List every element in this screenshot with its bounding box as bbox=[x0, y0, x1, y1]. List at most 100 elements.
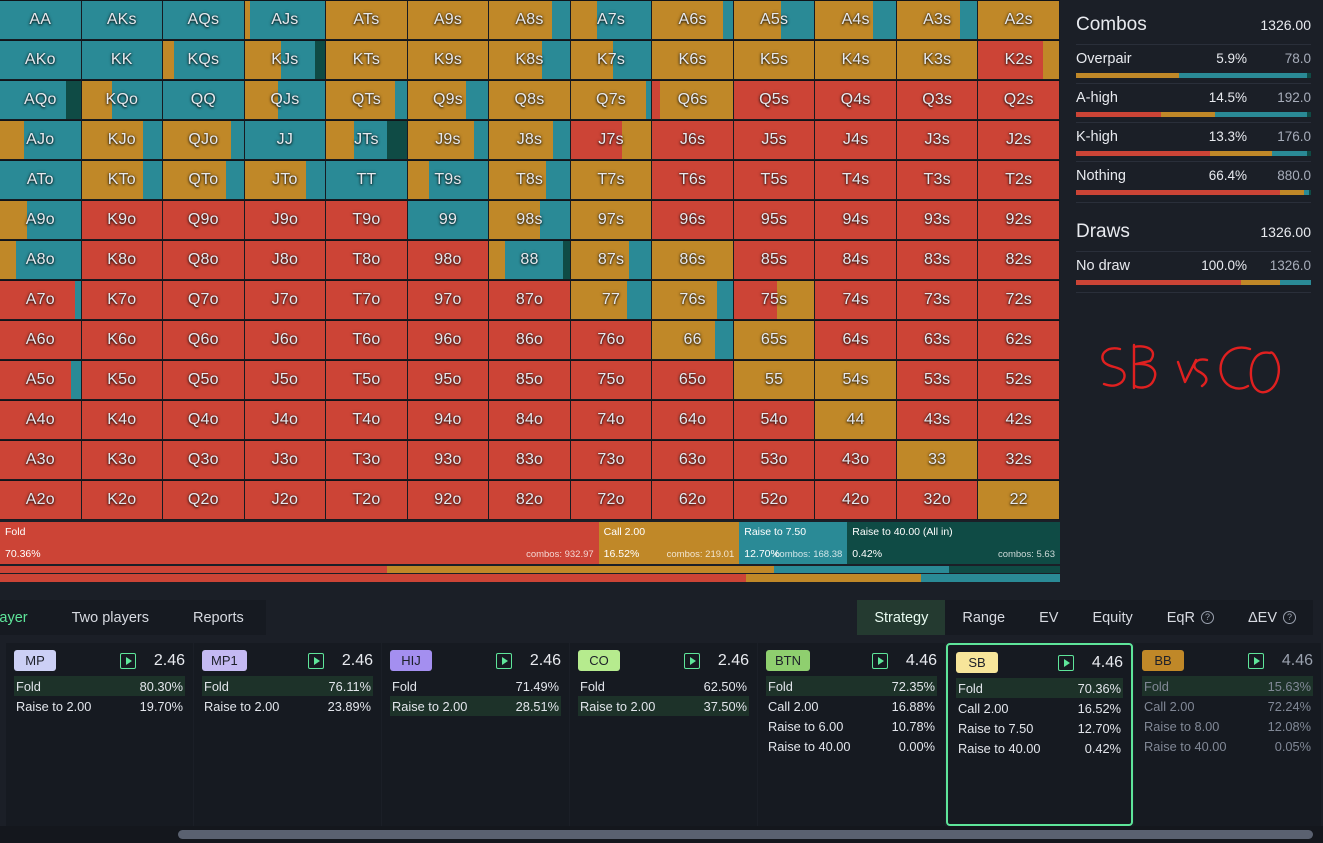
matrix-cell[interactable]: A2o bbox=[0, 480, 82, 520]
player-action-row[interactable]: Raise to 6.00 10.78% bbox=[766, 716, 937, 736]
matrix-cell[interactable]: 74s bbox=[815, 280, 897, 320]
matrix-cell[interactable]: 95s bbox=[733, 200, 816, 240]
play-icon[interactable] bbox=[120, 652, 136, 669]
matrix-cell[interactable]: 97s bbox=[570, 200, 653, 240]
matrix-cell[interactable]: K5o bbox=[81, 360, 164, 400]
matrix-cell[interactable]: KTs bbox=[326, 40, 408, 80]
matrix-cell[interactable]: Q6o bbox=[163, 320, 245, 360]
matrix-cell[interactable]: A5o bbox=[0, 360, 82, 400]
matrix-cell[interactable]: K9s bbox=[407, 40, 490, 80]
player-panel-hij[interactable]: HIJ 2.46 Fold 71.49% Raise to 2.00 28.51% bbox=[382, 643, 569, 826]
player-action-row[interactable]: Raise to 2.00 23.89% bbox=[202, 696, 373, 716]
matrix-cell[interactable]: 85o bbox=[489, 360, 571, 400]
matrix-cell[interactable]: 44 bbox=[815, 400, 897, 440]
matrix-cell[interactable]: Q5o bbox=[163, 360, 245, 400]
matrix-cell[interactable]: 33 bbox=[896, 440, 979, 480]
matrix-cell[interactable]: A6s bbox=[652, 0, 734, 40]
matrix-cell[interactable]: A9s bbox=[407, 0, 490, 40]
matrix-cell[interactable]: 82o bbox=[489, 480, 571, 520]
matrix-cell[interactable]: J9o bbox=[244, 200, 327, 240]
player-action-row[interactable]: Fold 62.50% bbox=[578, 676, 749, 696]
matrix-cell[interactable]: AKo bbox=[0, 40, 82, 80]
player-action-row[interactable]: Raise to 8.00 12.08% bbox=[1142, 716, 1313, 736]
matrix-cell[interactable]: 86o bbox=[489, 320, 571, 360]
matrix-cell[interactable]: J6o bbox=[244, 320, 327, 360]
position-badge[interactable]: MP1 bbox=[202, 650, 247, 671]
matrix-cell[interactable]: 54o bbox=[733, 400, 816, 440]
matrix-cell[interactable]: Q6s bbox=[652, 80, 734, 120]
matrix-cell[interactable]: K2o bbox=[81, 480, 164, 520]
matrix-cell[interactable]: Q5s bbox=[733, 80, 816, 120]
matrix-cell[interactable]: 42o bbox=[815, 480, 897, 520]
matrix-cell[interactable]: T5s bbox=[733, 160, 816, 200]
position-badge[interactable]: BTN bbox=[766, 650, 810, 671]
play-icon[interactable] bbox=[308, 652, 324, 669]
matrix-cell[interactable]: 98o bbox=[407, 240, 490, 280]
display-metric-tabs[interactable]: Strategy Range EV Equity EqR? ΔEV? bbox=[857, 600, 1313, 635]
matrix-cell[interactable]: A4s bbox=[815, 0, 897, 40]
position-badge[interactable]: CO bbox=[578, 650, 620, 671]
player-action-row[interactable]: Fold 70.36% bbox=[956, 678, 1123, 698]
matrix-cell[interactable]: 64o bbox=[652, 400, 734, 440]
matrix-cell[interactable]: 97o bbox=[407, 280, 490, 320]
view-mode-tabs[interactable]: e player Two players Reports bbox=[0, 600, 266, 635]
matrix-cell[interactable]: 77 bbox=[570, 280, 653, 320]
matrix-cell[interactable]: Q4o bbox=[163, 400, 245, 440]
player-action-row[interactable]: Call 2.00 16.52% bbox=[956, 698, 1123, 718]
matrix-cell[interactable]: 93o bbox=[407, 440, 490, 480]
matrix-cell[interactable]: AKs bbox=[81, 0, 164, 40]
matrix-cell[interactable]: 95o bbox=[407, 360, 490, 400]
matrix-cell[interactable]: T8o bbox=[326, 240, 408, 280]
matrix-cell[interactable]: 62o bbox=[652, 480, 734, 520]
matrix-cell[interactable]: T4o bbox=[326, 400, 408, 440]
play-icon[interactable] bbox=[1248, 652, 1264, 669]
play-icon[interactable] bbox=[1058, 654, 1074, 671]
player-action-row[interactable]: Raise to 40.00 0.42% bbox=[956, 738, 1123, 758]
matrix-cell[interactable]: KJs bbox=[244, 40, 327, 80]
matrix-cell[interactable]: K8o bbox=[81, 240, 164, 280]
matrix-cell[interactable]: K9o bbox=[81, 200, 164, 240]
matrix-cell[interactable]: 87o bbox=[489, 280, 571, 320]
matrix-grid[interactable]: AA AKs AQs AJs ATs A9s A8s A7s A6s A5s A4s A3s A2s AK… bbox=[0, 0, 1060, 520]
matrix-cell[interactable]: 85s bbox=[733, 240, 816, 280]
matrix-cell[interactable]: 22 bbox=[978, 480, 1060, 520]
matrix-cell[interactable]: 92o bbox=[407, 480, 490, 520]
matrix-cell[interactable]: J2o bbox=[244, 480, 327, 520]
matrix-cell[interactable]: T3o bbox=[326, 440, 408, 480]
matrix-cell[interactable]: J9s bbox=[407, 120, 490, 160]
matrix-cell[interactable]: Q8s bbox=[489, 80, 571, 120]
matrix-cell[interactable]: Q9o bbox=[163, 200, 245, 240]
tab-range[interactable]: Range bbox=[945, 600, 1022, 635]
matrix-cell[interactable]: J4o bbox=[244, 400, 327, 440]
matrix-cell[interactable]: 63o bbox=[652, 440, 734, 480]
help-icon[interactable]: ? bbox=[1200, 611, 1214, 624]
matrix-cell[interactable]: J4s bbox=[815, 120, 897, 160]
matrix-cell[interactable]: J5s bbox=[733, 120, 816, 160]
matrix-cell[interactable]: 84s bbox=[815, 240, 897, 280]
matrix-cell[interactable]: JTs bbox=[326, 120, 408, 160]
matrix-cell[interactable]: J2s bbox=[978, 120, 1060, 160]
matrix-cell[interactable]: AJs bbox=[244, 0, 327, 40]
position-badge[interactable]: BB bbox=[1142, 650, 1184, 671]
matrix-cell[interactable]: 98s bbox=[489, 200, 571, 240]
player-action-row[interactable]: Fold 76.11% bbox=[202, 676, 373, 696]
player-action-row[interactable]: Fold 71.49% bbox=[390, 676, 561, 696]
matrix-cell[interactable]: Q3s bbox=[896, 80, 979, 120]
matrix-cell[interactable]: Q2o bbox=[163, 480, 245, 520]
matrix-cell[interactable]: 64s bbox=[815, 320, 897, 360]
matrix-cell[interactable]: A2s bbox=[978, 0, 1060, 40]
matrix-cell[interactable]: J8o bbox=[244, 240, 327, 280]
matrix-cell[interactable]: 99 bbox=[407, 200, 490, 240]
matrix-cell[interactable]: K8s bbox=[489, 40, 571, 80]
player-panel-mp[interactable]: MP 2.46 Fold 80.30% Raise to 2.00 19.70% bbox=[6, 643, 193, 826]
matrix-cell[interactable]: A3s bbox=[896, 0, 979, 40]
matrix-cell[interactable]: 54s bbox=[815, 360, 897, 400]
matrix-cell[interactable]: A6o bbox=[0, 320, 82, 360]
matrix-cell[interactable]: AQo bbox=[0, 80, 82, 120]
player-action-row[interactable]: Raise to 7.50 12.70% bbox=[956, 718, 1123, 738]
matrix-cell[interactable]: 75o bbox=[570, 360, 653, 400]
matrix-cell[interactable]: TT bbox=[326, 160, 408, 200]
matrix-cell[interactable]: 62s bbox=[978, 320, 1060, 360]
tab-eqr[interactable]: EqR? bbox=[1150, 600, 1231, 635]
matrix-cell[interactable]: KQo bbox=[81, 80, 164, 120]
